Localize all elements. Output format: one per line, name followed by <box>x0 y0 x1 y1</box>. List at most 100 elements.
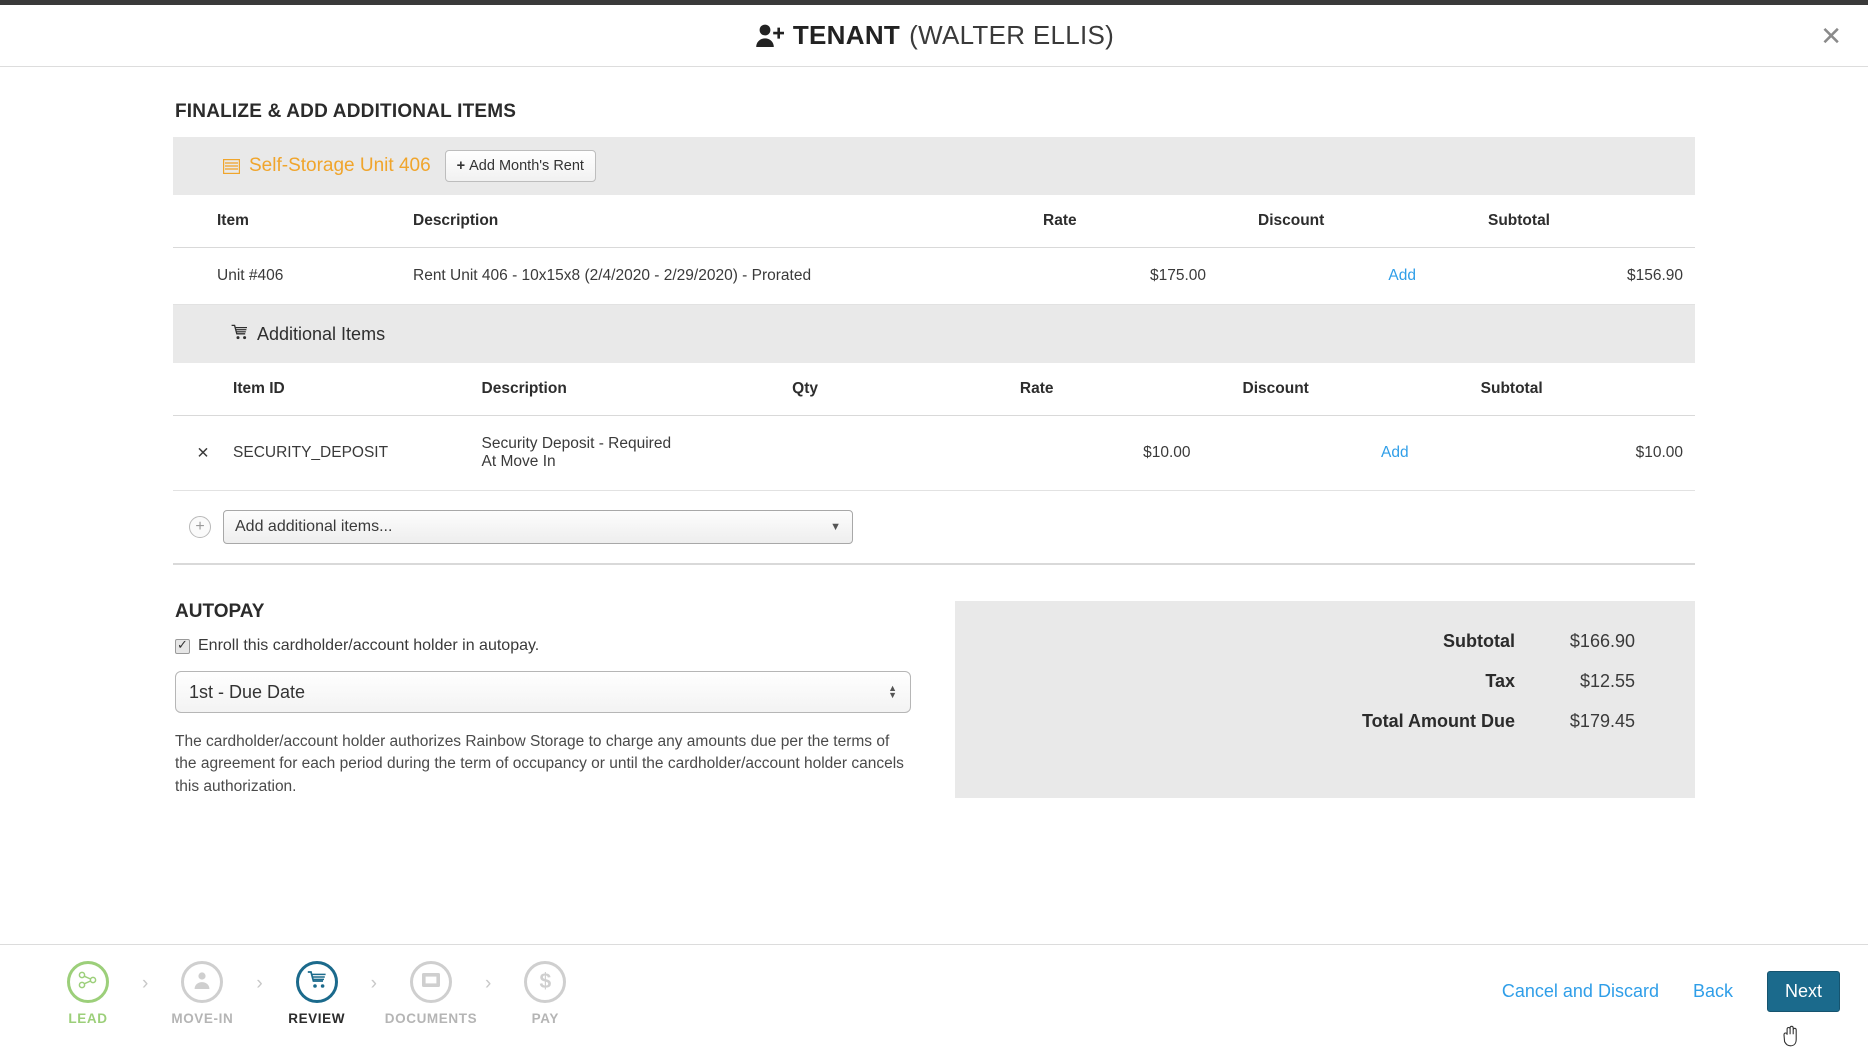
th-subtotal: Subtotal <box>1488 195 1695 248</box>
cell-add-rate: $10.00 <box>1020 416 1243 491</box>
modal-title-main: TENANT <box>793 20 900 51</box>
unit-panel: Self-Storage Unit 406 +Add Month's Rent … <box>173 137 1695 565</box>
add-additional-items-select[interactable]: Add additional items... ▼ <box>223 510 853 544</box>
wizard-step-pay[interactable]: $ PAY <box>491 961 599 1026</box>
additional-items-table: Item ID Description Qty Rate Discount Su… <box>173 363 1695 491</box>
wizard-step-review[interactable]: REVIEW <box>263 961 371 1026</box>
totals-row: Subtotal $166.90 <box>955 631 1635 652</box>
page-title: TENANT (WALTER ELLIS) <box>754 20 1114 51</box>
cell-qty <box>792 416 1020 491</box>
unit-items-table: Item Description Rate Discount Subtotal … <box>173 195 1695 305</box>
add-discount-link[interactable]: Add <box>1388 267 1416 284</box>
add-months-rent-button[interactable]: +Add Month's Rent <box>445 150 596 182</box>
cancel-and-discard-button[interactable]: Cancel and Discard <box>1502 981 1659 1002</box>
step-circle <box>181 961 223 1003</box>
add-additional-items-value: Add additional items... <box>235 518 392 536</box>
dollar-icon: $ <box>539 970 551 994</box>
th-description: Description <box>413 195 1043 248</box>
cell-add-subtotal: $10.00 <box>1481 416 1695 491</box>
tenant-move-in-modal: TENANT (WALTER ELLIS) ✕ FINALIZE & ADD A… <box>0 0 1868 1062</box>
step-circle <box>410 961 452 1003</box>
cell-rate: $175.00 <box>1043 248 1258 305</box>
th-discount: Discount <box>1258 195 1488 248</box>
additional-table-body: ✕ SECURITY_DEPOSIT Security Deposit - Re… <box>173 416 1695 491</box>
cell-description: Rent Unit 406 - 10x15x8 (2/4/2020 - 2/29… <box>413 248 1043 305</box>
wizard-step-move-in[interactable]: MOVE-IN <box>148 961 256 1026</box>
unit-table-body: Unit #406 Rent Unit 406 - 10x15x8 (2/4/2… <box>173 248 1695 305</box>
document-icon <box>421 971 441 994</box>
th-item-id: Item ID <box>233 363 481 416</box>
subtotal-value: $166.90 <box>1515 631 1635 652</box>
autopay-title: AUTOPAY <box>175 601 915 623</box>
back-button[interactable]: Back <box>1693 981 1733 1002</box>
wizard-steps: LEAD › MOVE-IN › <box>34 961 599 1026</box>
wizard-step-documents[interactable]: DOCUMENTS <box>377 961 485 1026</box>
unit-table-header-row: Item Description Rate Discount Subtotal <box>173 195 1695 248</box>
remove-item-icon[interactable]: ✕ <box>173 416 233 491</box>
step-circle: $ <box>524 961 566 1003</box>
autopay-enroll-row: Enroll this cardholder/account holder in… <box>175 637 915 655</box>
lower-area: AUTOPAY Enroll this cardholder/account h… <box>173 565 1695 798</box>
mouse-cursor-icon <box>1780 1021 1806 1054</box>
additional-items-header-bar: Additional Items <box>173 305 1695 363</box>
autopay-due-date-select[interactable]: 1st - Due Date ▲▼ <box>175 671 911 713</box>
th-add-description: Description <box>482 363 793 416</box>
tax-value: $12.55 <box>1515 671 1635 692</box>
description-line-2: At Move In <box>482 453 793 471</box>
cart-icon <box>307 970 327 994</box>
cell-add-description: Security Deposit - Required At Move In <box>482 416 793 491</box>
cell-item-id: SECURITY_DEPOSIT <box>233 416 481 491</box>
autopay-section: AUTOPAY Enroll this cardholder/account h… <box>173 601 915 798</box>
additional-table-header-row: Item ID Description Qty Rate Discount Su… <box>173 363 1695 416</box>
totals-area: Subtotal $166.90 Tax $12.55 Total Amount… <box>955 601 1695 798</box>
unit-table-head: Item Description Rate Discount Subtotal <box>173 195 1695 248</box>
description-line-1: Security Deposit - Required <box>482 435 793 453</box>
totals-box: Subtotal $166.90 Tax $12.55 Total Amount… <box>955 601 1695 798</box>
th-qty: Qty <box>792 363 1020 416</box>
autopay-enroll-checkbox[interactable] <box>175 639 190 654</box>
autopay-disclaimer: The cardholder/account holder authorizes… <box>175 731 905 798</box>
add-discount-link[interactable]: Add <box>1381 444 1409 461</box>
step-label: REVIEW <box>288 1011 345 1026</box>
footer-actions: Cancel and Discard Back Next <box>1502 961 1840 1012</box>
total-due-value: $179.45 <box>1515 711 1635 732</box>
subtotal-label: Subtotal <box>1085 631 1515 652</box>
step-label: DOCUMENTS <box>385 1011 477 1026</box>
add-months-rent-label: Add Month's Rent <box>469 158 584 174</box>
th-add-rate: Rate <box>1020 363 1243 416</box>
step-label: LEAD <box>68 1011 107 1026</box>
modal-title-sub: (WALTER ELLIS) <box>909 20 1114 51</box>
unit-link[interactable]: Self-Storage Unit 406 <box>223 155 431 177</box>
step-label: PAY <box>532 1011 559 1026</box>
person-plus-icon <box>754 23 784 49</box>
stepper-arrows-icon: ▲▼ <box>888 685 897 699</box>
cell-subtotal: $156.90 <box>1488 248 1695 305</box>
page-section-title: FINALIZE & ADD ADDITIONAL ITEMS <box>175 101 1695 123</box>
th-remove-spacer <box>173 363 233 416</box>
lead-node-icon <box>77 970 99 995</box>
autopay-due-date-value: 1st - Due Date <box>189 682 305 703</box>
cell-item: Unit #406 <box>173 248 413 305</box>
total-due-label: Total Amount Due <box>1085 711 1515 732</box>
cell-add-discount: Add <box>1243 416 1481 491</box>
modal-header: TENANT (WALTER ELLIS) ✕ <box>0 5 1868 67</box>
step-label: MOVE-IN <box>171 1011 233 1026</box>
th-add-subtotal: Subtotal <box>1481 363 1695 416</box>
add-additional-items-row: + Add additional items... ▼ <box>173 491 1695 564</box>
unit-link-label: Self-Storage Unit 406 <box>249 155 431 177</box>
totals-row: Total Amount Due $179.45 <box>955 711 1635 732</box>
plus-glyph: + <box>457 158 465 174</box>
close-icon[interactable]: ✕ <box>1820 23 1842 49</box>
tax-label: Tax <box>1085 671 1515 692</box>
chevron-down-icon: ▼ <box>830 521 841 533</box>
cell-discount: Add <box>1258 248 1488 305</box>
totals-row: Tax $12.55 <box>955 671 1635 692</box>
step-circle <box>296 961 338 1003</box>
th-add-discount: Discount <box>1243 363 1481 416</box>
wizard-step-lead[interactable]: LEAD <box>34 961 142 1026</box>
autopay-enroll-label: Enroll this cardholder/account holder in… <box>198 637 539 655</box>
content-wrapper: FINALIZE & ADD ADDITIONAL ITEMS <box>173 101 1695 798</box>
plus-circle-icon[interactable]: + <box>189 516 211 538</box>
next-button[interactable]: Next <box>1767 971 1840 1012</box>
th-item: Item <box>173 195 413 248</box>
